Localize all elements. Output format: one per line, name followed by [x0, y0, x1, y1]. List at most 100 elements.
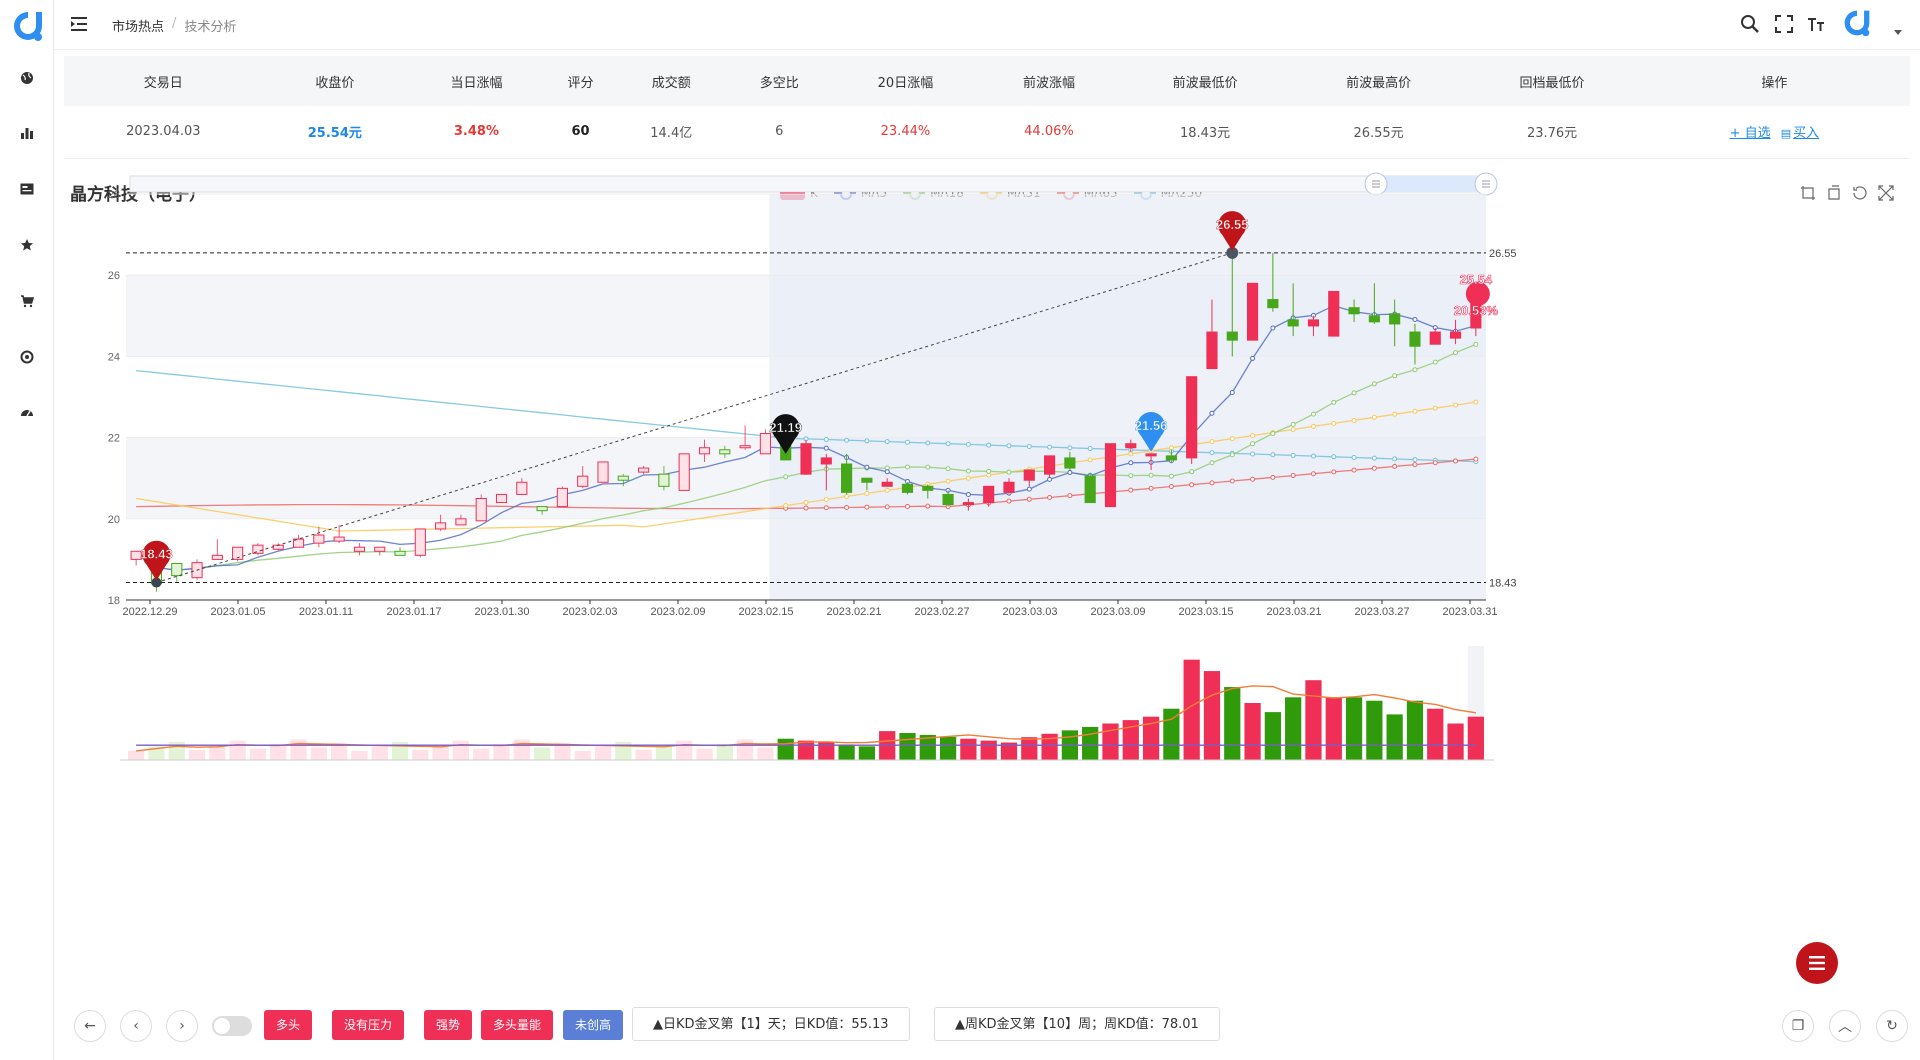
- volume-bar: [534, 747, 551, 760]
- ma250-line-point: [1006, 443, 1012, 449]
- x-tick-label: 2022.12.29: [122, 606, 177, 618]
- volume-bar: [574, 750, 591, 760]
- ma63-line-point: [1412, 462, 1418, 468]
- scroll-top-button[interactable]: ︿: [1829, 1010, 1861, 1042]
- ma18-line-point: [1250, 441, 1256, 447]
- ma5-line-point: [1209, 410, 1215, 416]
- next-button[interactable]: ›: [166, 1010, 198, 1042]
- candle: [455, 518, 467, 526]
- tag-strong[interactable]: 强势: [424, 1010, 473, 1040]
- ma63-line-point: [1453, 458, 1459, 464]
- volume-bar: [1305, 680, 1322, 760]
- candle: [1226, 331, 1238, 341]
- candle: [394, 550, 406, 556]
- x-tick-label: 2023.03.09: [1090, 606, 1145, 618]
- high-price-pin-label: 26.55: [1216, 217, 1249, 232]
- candle: [861, 477, 873, 483]
- tag-bullish[interactable]: 多头: [264, 1010, 313, 1040]
- x-tick-label: 2023.03.31: [1442, 606, 1497, 618]
- tag-bullish-volume[interactable]: 多头量能: [481, 1010, 554, 1040]
- copy-button[interactable]: ❐: [1782, 1010, 1814, 1042]
- arrow-left-icon: ←: [84, 1018, 96, 1034]
- ma250-line-point: [1047, 444, 1053, 450]
- ma63-line-point: [1250, 476, 1256, 482]
- y-tick-label: 26: [108, 270, 120, 282]
- ma18-line-point: [1290, 421, 1296, 427]
- x-tick-label: 2023.01.17: [386, 606, 441, 618]
- refresh-icon: ↻: [1886, 1018, 1898, 1034]
- candle: [1409, 331, 1421, 347]
- ma5-line-point: [1128, 460, 1134, 466]
- volume-bar: [858, 746, 876, 760]
- menu-icon: [1809, 956, 1825, 970]
- ma63-line-point: [1047, 494, 1053, 500]
- ma63-line-point: [1148, 485, 1154, 491]
- volume-bar: [980, 740, 997, 760]
- ma250-line-point: [823, 437, 829, 443]
- ma5-line-point: [1270, 325, 1276, 331]
- candle: [678, 453, 690, 491]
- ma18-line-point: [1270, 431, 1276, 437]
- ma63-line-point: [1351, 467, 1357, 473]
- candle: [1429, 331, 1441, 345]
- candle: [1064, 457, 1076, 469]
- ma31-line-point: [1209, 439, 1215, 445]
- chevron-left-icon: ‹: [133, 1018, 139, 1034]
- kline-chart[interactable]: 18 20 22 24 26 28 2022.12.29 2023.01.05 2023.01.…: [0, 0, 1920, 1000]
- ma18-line-point: [1412, 367, 1418, 373]
- volume-bar: [1325, 697, 1342, 760]
- volume-bar: [310, 747, 327, 760]
- volume-bar: [452, 740, 470, 760]
- x-tick-label: 2023.01.30: [474, 606, 529, 618]
- high-line-label: 26.55: [1489, 248, 1517, 260]
- back-button[interactable]: ←: [74, 1010, 106, 1042]
- prev-button[interactable]: ‹: [120, 1010, 152, 1042]
- volume-bar: [1467, 716, 1484, 760]
- ma250-line-point: [1087, 446, 1093, 452]
- ma63-line-point: [1128, 487, 1134, 493]
- ma5-line-point: [1250, 355, 1256, 361]
- volume-bar: [1203, 671, 1221, 760]
- ma63-line-point: [823, 505, 829, 511]
- toggle-switch[interactable]: [212, 1016, 252, 1036]
- chevron-up-icon: ︿: [1838, 1019, 1852, 1035]
- x-tick-label: 2023.03.15: [1178, 606, 1233, 618]
- volume-bar: [696, 748, 713, 760]
- ma250-line-point: [1331, 454, 1337, 460]
- ma63-line-point: [1392, 463, 1398, 469]
- ma250-line-point: [965, 441, 971, 447]
- volume-bar: [412, 749, 429, 760]
- ma5-line-point: [823, 445, 829, 451]
- candle: [1307, 319, 1320, 327]
- ma31-line-point: [823, 497, 829, 503]
- volume-bar: [290, 739, 307, 760]
- volume-bar: [777, 738, 794, 760]
- refresh-button[interactable]: ↻: [1876, 1010, 1908, 1042]
- weekly-kd-info: ▲周KD金叉第【10】周；周KD值：78.01: [934, 1007, 1220, 1041]
- volume-bar: [939, 736, 957, 760]
- x-tick-label: 2023.03.27: [1354, 606, 1409, 618]
- tag-no-pressure[interactable]: 没有压力: [332, 1010, 405, 1040]
- ma63-line-point: [1168, 484, 1174, 490]
- volume-bar: [1285, 697, 1302, 760]
- ma31-line-point: [1392, 411, 1398, 417]
- chart-menu-button[interactable]: [1796, 942, 1838, 984]
- candle: [171, 562, 183, 577]
- low-price-pin-label: 18.43: [140, 547, 173, 562]
- volume-bar: [1163, 708, 1180, 760]
- candle: [1023, 469, 1035, 481]
- candle: [577, 475, 589, 487]
- candle: [820, 457, 832, 465]
- ma250-line-point: [1310, 453, 1316, 459]
- candle: [942, 493, 954, 506]
- current-price-label: 25.54: [1460, 272, 1493, 287]
- volume-bar: [351, 750, 368, 760]
- ma250-line-point: [986, 442, 992, 448]
- zoom-slider-window: [1376, 176, 1486, 192]
- candle: [1125, 443, 1137, 449]
- ma18-line-point: [1006, 469, 1012, 475]
- ma63-line-point: [1209, 480, 1215, 486]
- volume-bar: [249, 748, 267, 760]
- tag-not-new-high[interactable]: 未创高: [563, 1010, 624, 1040]
- ma63-line-point: [1371, 465, 1377, 471]
